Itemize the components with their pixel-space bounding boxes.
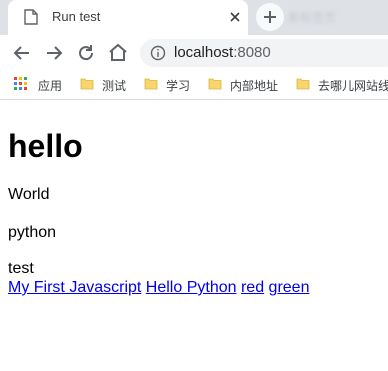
paragraph: World: [8, 186, 50, 203]
bookmark-label: 应用: [38, 79, 63, 93]
address-bar[interactable]: localhost:8080: [140, 39, 388, 67]
forward-arrow-icon[interactable]: [42, 41, 66, 65]
paragraph: python: [8, 224, 57, 241]
info-icon[interactable]: [150, 45, 166, 61]
link-my-first-javascript[interactable]: My First Javascript: [8, 279, 141, 296]
document-icon: [24, 9, 38, 25]
plus-icon: [264, 11, 276, 23]
bookmark-label: 学习: [166, 79, 191, 93]
reload-icon[interactable]: [74, 41, 98, 65]
new-tab-button[interactable]: [256, 3, 284, 31]
link-hello-python[interactable]: Hello Python: [146, 279, 237, 296]
close-tab-icon[interactable]: [226, 8, 244, 26]
bookmark-label: 内部地址: [230, 79, 279, 93]
link-green[interactable]: green: [269, 279, 310, 296]
bookmark-label: 测试: [102, 79, 127, 93]
page-content: hello World python test My First Javascr…: [8, 100, 388, 297]
folder-icon: [144, 78, 158, 90]
browser-toolbar: localhost:8080: [0, 35, 388, 71]
bookmark-label: 去哪儿网站线: [318, 79, 388, 93]
url-port: :8080: [233, 44, 271, 61]
folder-icon: [80, 78, 94, 90]
home-icon[interactable]: [106, 41, 130, 65]
url-text: localhost:8080: [174, 44, 271, 61]
back-arrow-icon[interactable]: [10, 41, 34, 65]
folder-icon: [296, 78, 310, 90]
page-heading: hello: [8, 128, 83, 164]
folder-icon: [208, 78, 222, 90]
apps-grid-icon: [14, 77, 27, 90]
tab-active[interactable]: Run test: [8, 0, 248, 35]
paragraph: test: [8, 260, 34, 277]
tab-title: Run test: [52, 9, 101, 24]
bookmarks-bar: 应用 测试 学习 内部地址 去哪儿网站线: [0, 71, 388, 100]
link-row: My First Javascript Hello Python red gre…: [8, 278, 388, 297]
url-host: localhost: [174, 44, 234, 61]
background-tab[interactable]: 新标签页: [288, 9, 336, 26]
link-red[interactable]: red: [241, 279, 264, 296]
tab-strip: Run test 新标签页: [0, 0, 388, 35]
